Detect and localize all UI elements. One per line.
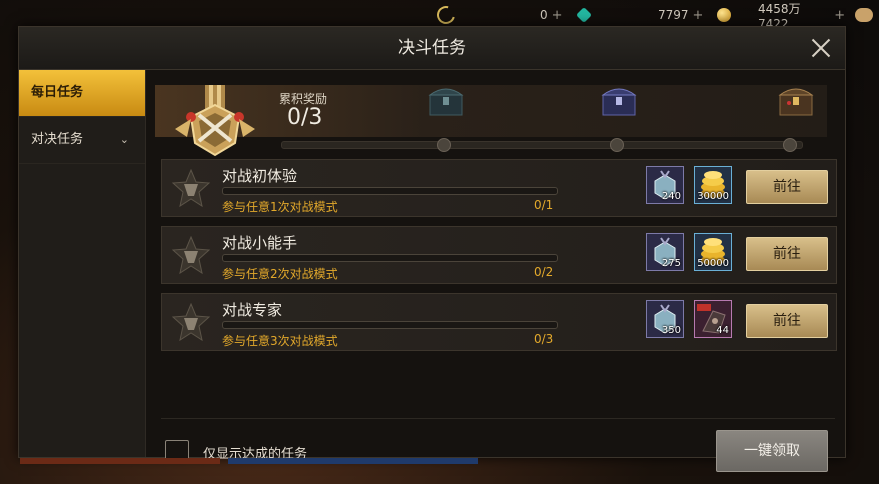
- moon-icon: [433, 2, 459, 28]
- diamond-plus-button[interactable]: +: [693, 8, 704, 23]
- claim-all-button[interactable]: 一键领取: [716, 430, 828, 472]
- chest-1-icon[interactable]: [427, 83, 465, 117]
- gold-currency: 4458万7422 +: [758, 2, 879, 31]
- gold-coins-icon[interactable]: 50000: [694, 233, 732, 271]
- sidebar-item-daily-tasks[interactable]: 每日任务: [19, 70, 145, 117]
- sidebar-item-label: 对决任务: [31, 132, 84, 147]
- chevron-down-icon: ⌄: [119, 133, 129, 146]
- mystery-item-icon[interactable]: 44: [694, 300, 732, 338]
- accumulated-rewards: 累积奖励 0/3 1 2: [155, 83, 827, 172]
- task-progress-bar: [222, 254, 558, 262]
- task-description: 参与任意3次对战模式: [222, 334, 338, 348]
- goto-button[interactable]: 前往: [746, 170, 828, 204]
- silver-medal-icon[interactable]: 350: [646, 300, 684, 338]
- reward-quantity: 275: [661, 258, 681, 269]
- task-emblem-icon: [171, 168, 211, 208]
- diamond-currency: 7797 +: [658, 6, 737, 24]
- reward-quantity: 350: [661, 325, 681, 336]
- silver-medal-icon[interactable]: 240: [646, 166, 684, 204]
- dialog-header: 决斗任务: [19, 27, 845, 70]
- task-row: 对战小能手 参与任意2次对战模式 0/2 275 50000 前往: [161, 226, 837, 284]
- task-title: 对战专家: [222, 301, 283, 319]
- chest-3-icon[interactable]: [777, 83, 815, 117]
- gold-coins-icon[interactable]: 30000: [694, 166, 732, 204]
- gem-currency: 0 +: [540, 6, 597, 24]
- cloud-icon: [855, 8, 873, 22]
- gem-icon: [575, 7, 592, 23]
- close-icon[interactable]: [809, 36, 833, 60]
- sidebar-item-label: 每日任务: [31, 85, 84, 100]
- silver-medal-icon[interactable]: 275: [646, 233, 684, 271]
- task-count: 0/1: [534, 198, 554, 212]
- sidebar-item-duel-tasks[interactable]: 对决任务 ⌄: [19, 117, 145, 164]
- gem-amount: 0: [540, 8, 548, 22]
- task-progress-bar: [222, 321, 558, 329]
- coin-icon: [717, 8, 732, 22]
- background-bar-red: [20, 458, 220, 464]
- task-emblem-icon: [171, 235, 211, 275]
- accumulated-value: 0/3: [287, 105, 323, 130]
- reward-quantity: 240: [661, 191, 681, 202]
- divider: [161, 418, 835, 419]
- task-progress-bar: [222, 187, 558, 195]
- task-row: 对战专家 参与任意3次对战模式 0/3 350 44 前往: [161, 293, 837, 351]
- task-count: 0/3: [534, 332, 554, 346]
- reward-quantity: 50000: [697, 258, 729, 269]
- background-bar-blue: [228, 458, 478, 464]
- milestone-node-3: [783, 138, 797, 152]
- milestone-node-1: [437, 138, 451, 152]
- reward-quantity: 44: [716, 325, 729, 336]
- task-title: 对战初体验: [222, 167, 298, 185]
- task-row: 对战初体验 参与任意1次对战模式 0/1 240 30000 前往: [161, 159, 837, 217]
- duel-task-dialog: 决斗任务 每日任务 对决任务 ⌄ 累积奖励 0/3 对战初体验 参与任意1次对战…: [18, 26, 846, 472]
- sidebar: 每日任务 对决任务 ⌄: [19, 70, 146, 457]
- milestone-node-2: [610, 138, 624, 152]
- duel-medal-icon: [175, 85, 255, 157]
- task-emblem-icon: [171, 302, 211, 342]
- chest-2-icon[interactable]: [600, 83, 638, 117]
- currency-bar: 0 + 7797 + 4458万7422 +: [0, 0, 879, 31]
- task-description: 参与任意2次对战模式: [222, 267, 338, 281]
- reward-quantity: 30000: [697, 191, 729, 202]
- diamond-amount: 7797: [658, 8, 689, 22]
- task-count: 0/2: [534, 265, 554, 279]
- task-panel: 累积奖励 0/3 1 2: [151, 70, 837, 472]
- goto-button[interactable]: 前往: [746, 237, 828, 271]
- moon-currency: [433, 2, 461, 28]
- accumulated-progress-bar: [281, 141, 803, 149]
- gold-plus-button[interactable]: +: [834, 8, 845, 23]
- gem-plus-button[interactable]: +: [552, 8, 563, 23]
- task-title: 对战小能手: [222, 234, 298, 252]
- dialog-title: 决斗任务: [398, 38, 466, 58]
- goto-button[interactable]: 前往: [746, 304, 828, 338]
- task-description: 参与任意1次对战模式: [222, 200, 338, 214]
